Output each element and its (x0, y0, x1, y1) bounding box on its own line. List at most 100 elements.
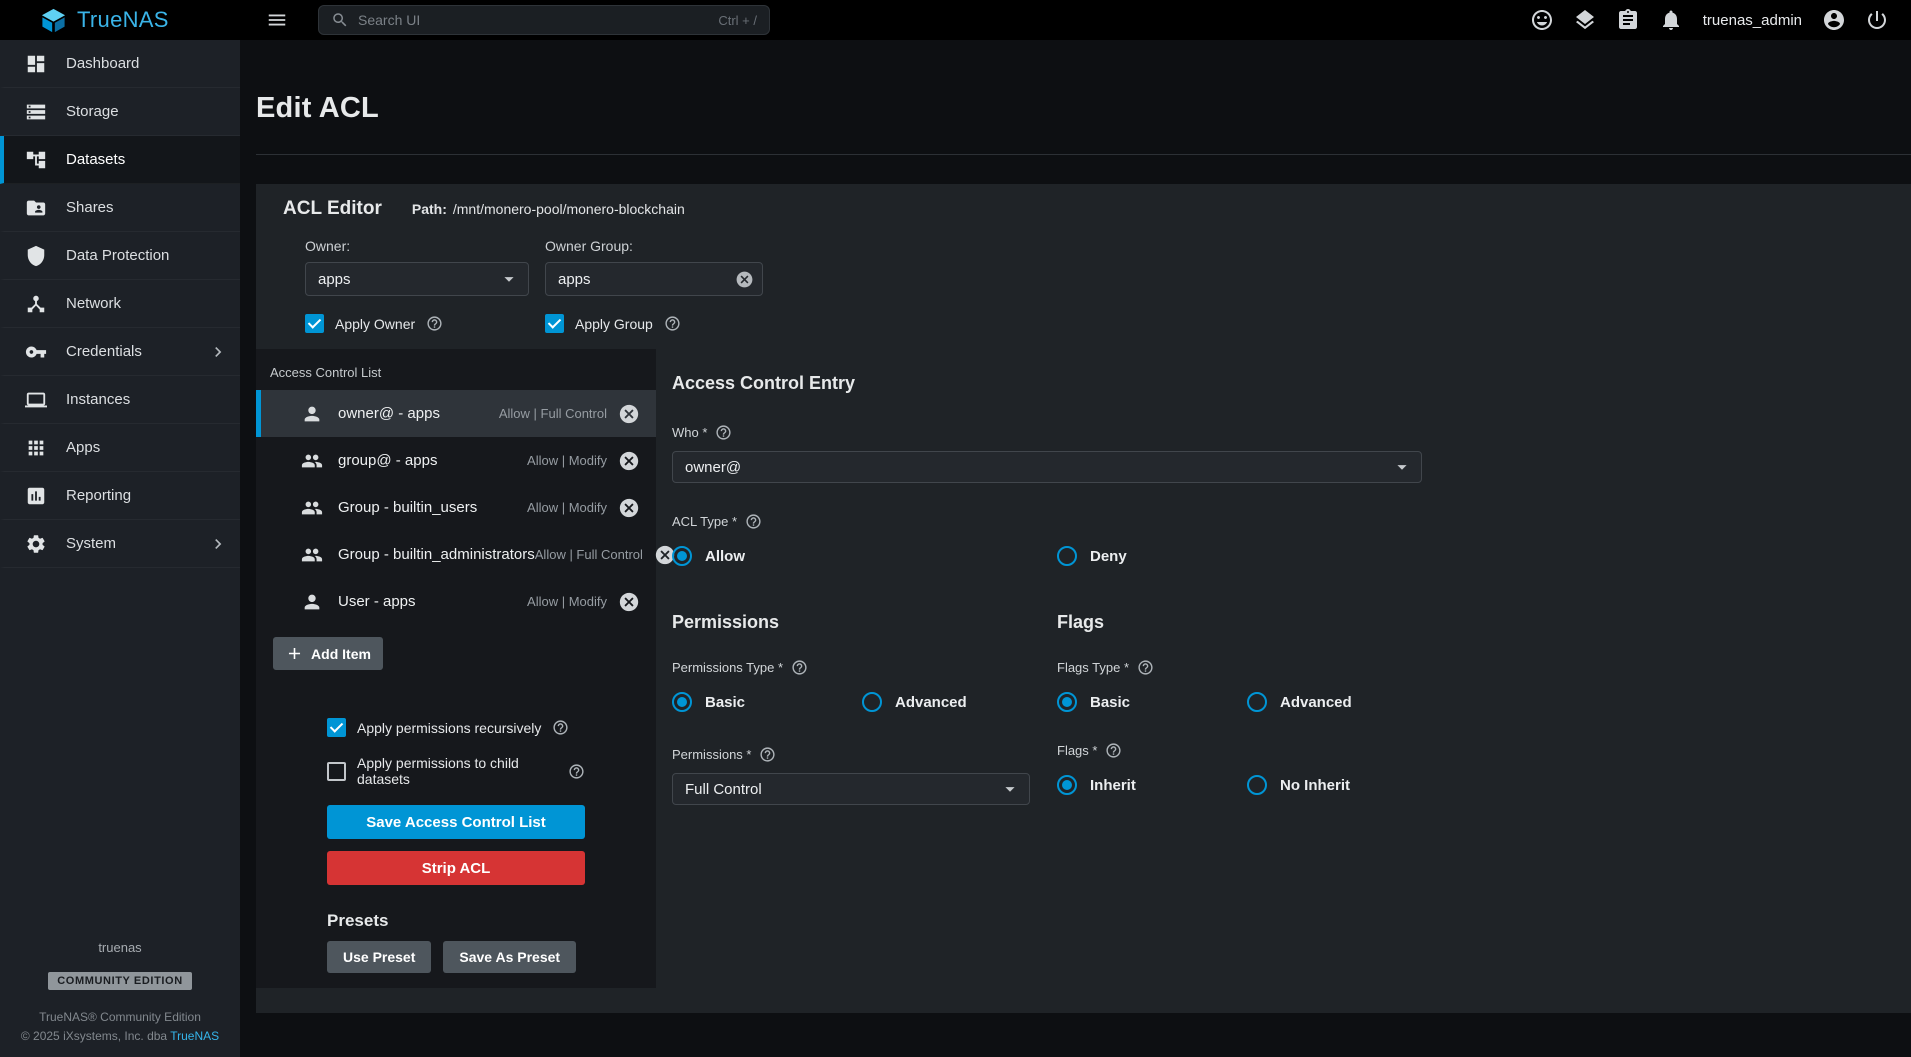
owner-select[interactable]: apps (305, 262, 529, 296)
search-bar[interactable]: Ctrl + / (318, 5, 770, 35)
save-as-preset-button[interactable]: Save As Preset (443, 941, 576, 973)
chevron-right-icon (208, 534, 228, 554)
acl-type-deny-radio[interactable]: Deny (1057, 546, 1442, 566)
shield-icon (25, 245, 47, 267)
help-icon[interactable] (664, 315, 681, 332)
help-icon[interactable] (715, 424, 732, 441)
sidebar-item-reporting[interactable]: Reporting (0, 472, 240, 520)
sidebar-item-label: Network (66, 295, 121, 312)
apply-owner-checkbox[interactable]: Apply Owner (305, 314, 545, 333)
help-icon[interactable] (745, 513, 762, 530)
flags-label-row: Flags * (1057, 742, 1442, 759)
feedback-button[interactable] (1530, 8, 1554, 32)
acl-type-label: ACL Type * (672, 514, 737, 529)
delete-entry-icon[interactable] (618, 497, 640, 519)
dataset-path: Path:/mnt/monero-pool/monero-blockchain (412, 201, 685, 217)
acl-entry-perm: Allow | Modify (527, 594, 607, 609)
chevron-down-icon (498, 268, 520, 290)
permissions-title: Permissions (672, 612, 1057, 633)
who-label: Who * (672, 425, 707, 440)
alerts-button[interactable] (1659, 8, 1683, 32)
recursive-checkbox[interactable]: Apply permissions recursively (327, 718, 585, 737)
flags-type-advanced-radio[interactable]: Advanced (1247, 692, 1437, 712)
checkbox-label: Apply permissions to child datasets (357, 755, 557, 787)
truenas-app: TrueNAS Ctrl + / truenas_admin Dashboard… (0, 0, 1911, 1057)
plus-icon (285, 644, 304, 663)
flags-inherit-radio[interactable]: Inherit (1057, 775, 1247, 795)
sidebar-item-datasets[interactable]: Datasets (0, 136, 240, 184)
add-item-button[interactable]: Add Item (273, 637, 383, 670)
clear-icon[interactable] (735, 270, 754, 289)
flags-type-basic-radio[interactable]: Basic (1057, 692, 1247, 712)
use-preset-button[interactable]: Use Preset (327, 941, 431, 973)
sidebar-item-system[interactable]: System (0, 520, 240, 568)
acl-entry-row[interactable]: User - apps Allow | Modify (256, 578, 656, 625)
child-datasets-checkbox[interactable]: Apply permissions to child datasets (327, 755, 585, 787)
owner-group-value: apps (558, 271, 591, 288)
acl-entry-row[interactable]: Group - builtin_administrators Allow | F… (256, 531, 656, 578)
who-select[interactable]: owner@ (672, 451, 1422, 483)
storage-icon (25, 101, 47, 123)
apply-group-checkbox[interactable]: Apply Group (545, 314, 785, 333)
sidebar-item-network[interactable]: Network (0, 280, 240, 328)
clipboard-icon (1616, 8, 1640, 32)
delete-entry-icon[interactable] (618, 591, 640, 613)
help-icon[interactable] (1137, 659, 1154, 676)
path-value: /mnt/monero-pool/monero-blockchain (453, 201, 685, 217)
acl-entry-row[interactable]: Group - builtin_users Allow | Modify (256, 484, 656, 531)
acl-entry-who: User - apps (338, 593, 416, 610)
ace-title: Access Control Entry (672, 373, 1911, 394)
acl-entry-row[interactable]: owner@ - apps Allow | Full Control (256, 390, 656, 437)
help-icon[interactable] (791, 659, 808, 676)
help-icon[interactable] (759, 746, 776, 763)
bell-icon (1659, 8, 1683, 32)
acl-entry-row[interactable]: group@ - apps Allow | Modify (256, 437, 656, 484)
permissions-type-advanced-radio[interactable]: Advanced (862, 692, 1052, 712)
main-content: Edit ACL ACL Editor Path:/mnt/monero-poo… (240, 40, 1911, 1057)
checkbox-label: Apply Owner (335, 316, 415, 332)
sidebar-item-dashboard[interactable]: Dashboard (0, 40, 240, 88)
permissions-type-label-row: Permissions Type * (672, 659, 1057, 676)
help-icon[interactable] (552, 719, 569, 736)
delete-entry-icon[interactable] (618, 403, 640, 425)
acl-type-allow-radio[interactable]: Allow (672, 546, 1057, 566)
flags-no-inherit-radio[interactable]: No Inherit (1247, 775, 1437, 795)
who-select-value: owner@ (685, 459, 741, 476)
owner-group-input[interactable]: apps (545, 262, 763, 296)
help-icon[interactable] (426, 315, 443, 332)
page-title: Edit ACL (256, 92, 1911, 125)
permissions-select[interactable]: Full Control (672, 773, 1030, 805)
radio-button (672, 692, 692, 712)
truenas-logo-text: TrueNAS (77, 7, 169, 33)
account-circle-icon (1822, 8, 1846, 32)
account-menu-button[interactable] (1822, 8, 1846, 32)
acl-list-panel: Access Control List owner@ - apps Allow … (256, 349, 656, 988)
sidebar-item-storage[interactable]: Storage (0, 88, 240, 136)
menu-toggle-button[interactable] (266, 9, 288, 31)
sidebar-item-apps[interactable]: Apps (0, 424, 240, 472)
search-shortcut-hint: Ctrl + / (718, 13, 757, 28)
sidebar: Dashboard Storage Datasets Shares Data P… (0, 40, 240, 1057)
radio-button (1057, 692, 1077, 712)
truenas-logo[interactable]: TrueNAS (0, 7, 240, 34)
power-menu-button[interactable] (1865, 8, 1889, 32)
sidebar-item-data-protection[interactable]: Data Protection (0, 232, 240, 280)
radio-button (672, 546, 692, 566)
status-button[interactable] (1573, 8, 1597, 32)
edition-text: TrueNAS® Community Edition (0, 1010, 240, 1024)
sidebar-item-shares[interactable]: Shares (0, 184, 240, 232)
strip-acl-button[interactable]: Strip ACL (327, 851, 585, 885)
radio-button (1057, 775, 1077, 795)
sidebar-item-instances[interactable]: Instances (0, 376, 240, 424)
help-icon[interactable] (568, 763, 585, 780)
permissions-type-basic-radio[interactable]: Basic (672, 692, 862, 712)
acl-entry-perm: Allow | Modify (527, 453, 607, 468)
jobs-button[interactable] (1616, 8, 1640, 32)
search-input[interactable] (358, 12, 709, 28)
help-icon[interactable] (1105, 742, 1122, 759)
save-acl-button[interactable]: Save Access Control List (327, 805, 585, 839)
delete-entry-icon[interactable] (618, 450, 640, 472)
sidebar-item-credentials[interactable]: Credentials (0, 328, 240, 376)
truenas-link[interactable]: TrueNAS (170, 1029, 219, 1043)
header-divider (256, 154, 1911, 155)
